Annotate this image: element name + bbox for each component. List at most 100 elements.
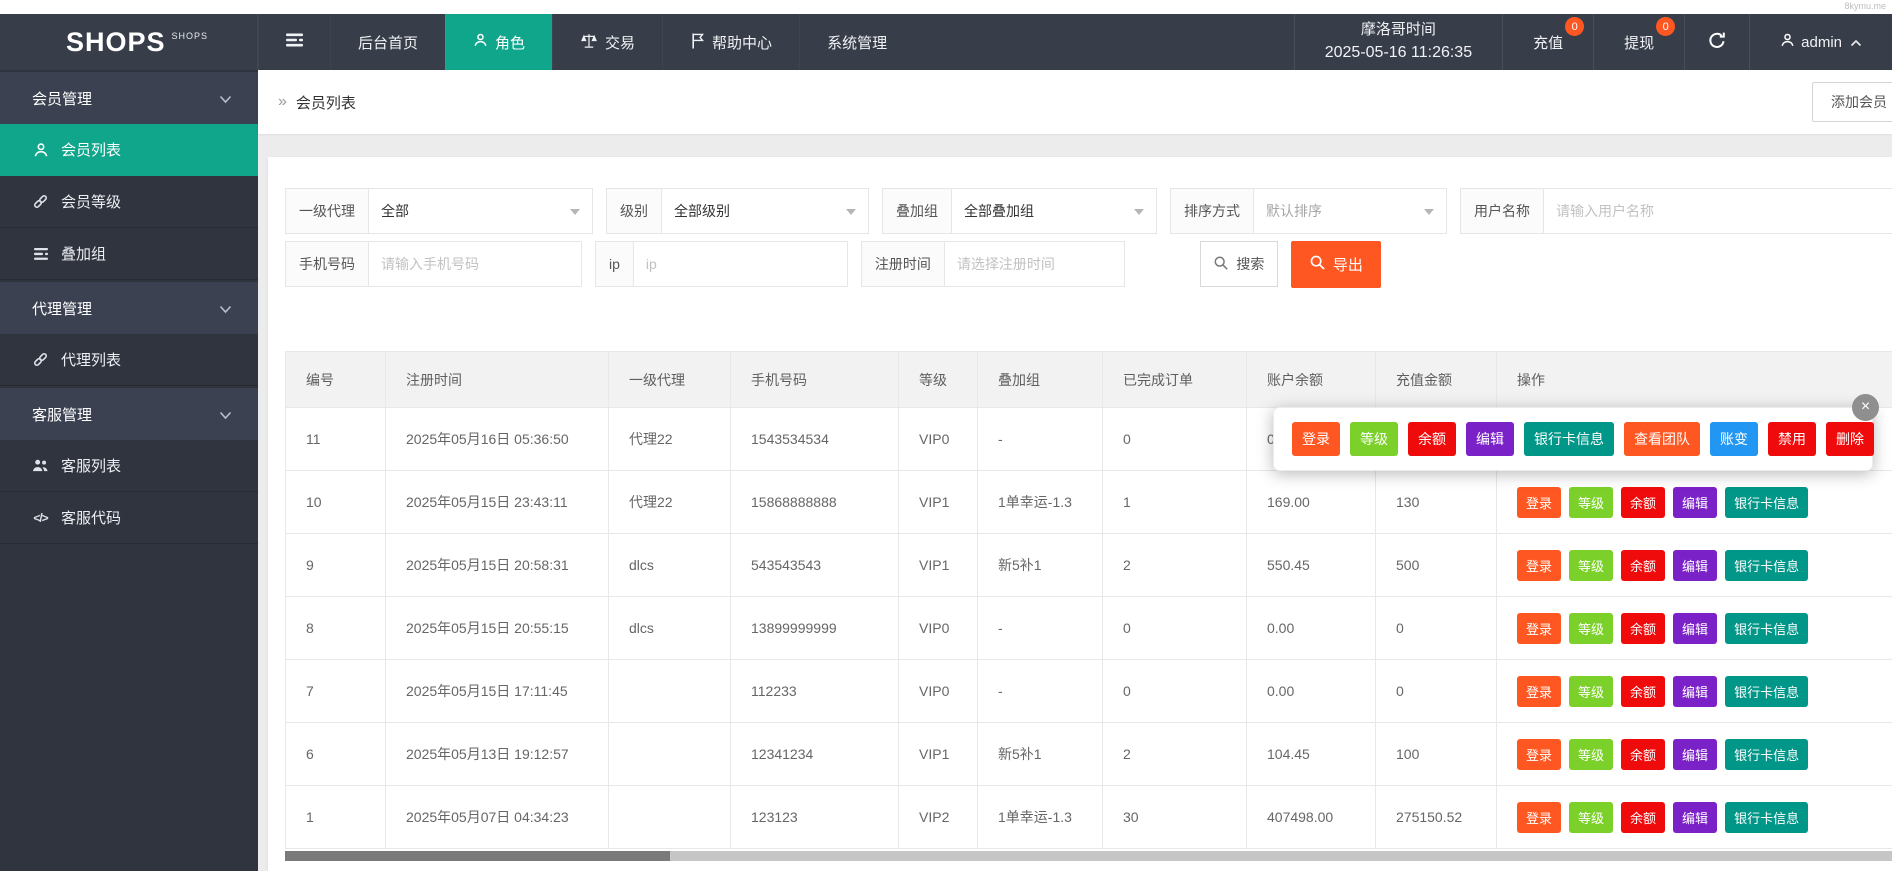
login-button[interactable]: 登录 <box>1517 675 1562 707</box>
edit-button[interactable]: 编辑 <box>1673 738 1718 770</box>
code-icon: </> <box>33 510 48 525</box>
balance-button[interactable]: 余额 <box>1621 801 1666 833</box>
login-button[interactable]: 登录 <box>1517 549 1562 581</box>
search-button[interactable]: 搜索 <box>1199 241 1278 287</box>
login-button[interactable]: 登录 <box>1517 801 1562 833</box>
balance-button[interactable]: 余额 <box>1621 675 1666 707</box>
level-button[interactable]: 等级 <box>1569 675 1614 707</box>
hamburger-icon <box>285 32 304 52</box>
bank-card-button[interactable]: 银行卡信息 <box>1725 612 1809 644</box>
level-button[interactable]: 等级 <box>1569 738 1614 770</box>
balance-button[interactable]: 余额 <box>1408 422 1456 456</box>
edit-button[interactable]: 编辑 <box>1673 675 1718 707</box>
column-header-orders: 已完成订单 <box>1102 351 1247 408</box>
cell-recharge: 500 <box>1375 533 1497 597</box>
column-header-reg-time: 注册时间 <box>385 351 609 408</box>
level-button[interactable]: 等级 <box>1569 612 1614 644</box>
nav-item-help-center[interactable]: 帮助中心 <box>662 14 799 70</box>
cell-phone: 15868888888 <box>730 470 899 534</box>
bank-card-button[interactable]: 银行卡信息 <box>1725 675 1809 707</box>
cell-stack-group: - <box>977 407 1103 471</box>
sidebar-item-agent-list[interactable]: 代理列表 <box>0 334 258 386</box>
sidebar-group-label: 客服管理 <box>32 406 93 424</box>
sidebar-group-service-management[interactable]: 客服管理 <box>0 388 258 440</box>
table-header-row: 编号 注册时间 一级代理 手机号码 等级 叠加组 已完成订单 账户余额 充值金额 操作 <box>285 351 1892 408</box>
nav-item-role[interactable]: 角色 <box>445 14 553 70</box>
nav-item-system-management[interactable]: 系统管理 <box>799 14 914 70</box>
nav-item-dashboard[interactable]: 后台首页 <box>330 14 445 70</box>
select-value: 默认排序 <box>1266 203 1322 219</box>
recharge-menu-item[interactable]: 充值 0 <box>1502 14 1593 70</box>
account-change-button[interactable]: 账变 <box>1710 422 1758 456</box>
stack-group-filter: 叠加组 全部叠加组 <box>882 188 1157 234</box>
sidebar-item-member-list[interactable]: 会员列表 <box>0 124 258 176</box>
sidebar-collapse-button[interactable] <box>258 14 330 70</box>
bank-card-button[interactable]: 银行卡信息 <box>1725 486 1809 518</box>
sidebar-item-service-list[interactable]: 客服列表 <box>0 440 258 492</box>
sort-select[interactable]: 默认排序 <box>1254 188 1447 234</box>
disable-button[interactable]: 禁用 <box>1768 422 1816 456</box>
cell-actions: 登录等级余额编辑银行卡信息 <box>1496 785 1892 849</box>
agent-select[interactable]: 全部 <box>369 188 593 234</box>
cell-orders: 0 <box>1102 659 1247 723</box>
login-button[interactable]: 登录 <box>1292 422 1340 456</box>
bank-card-button[interactable]: 银行卡信息 <box>1524 422 1614 456</box>
edit-button[interactable]: 编辑 <box>1673 549 1718 581</box>
bank-card-button[interactable]: 银行卡信息 <box>1725 801 1809 833</box>
filter-label: 注册时间 <box>860 241 945 287</box>
delete-button[interactable]: 删除 <box>1826 422 1874 456</box>
cell-stack-group: 新5补1 <box>977 722 1103 786</box>
sidebar-group-member-management[interactable]: 会员管理 <box>0 72 258 124</box>
bank-card-button[interactable]: 银行卡信息 <box>1725 549 1809 581</box>
users-icon <box>32 458 49 473</box>
balance-button[interactable]: 余额 <box>1621 486 1666 518</box>
cell-orders: 2 <box>1102 722 1247 786</box>
refresh-button[interactable] <box>1684 14 1749 70</box>
user-menu[interactable]: admin <box>1749 14 1892 70</box>
nav-item-trade[interactable]: 交易 <box>552 14 662 70</box>
level-button[interactable]: 等级 <box>1569 486 1614 518</box>
edit-button[interactable]: 编辑 <box>1673 486 1718 518</box>
reg-time-input[interactable] <box>956 256 1112 272</box>
edit-button[interactable]: 编辑 <box>1673 612 1718 644</box>
edit-button[interactable]: 编辑 <box>1466 422 1514 456</box>
balance-button[interactable]: 余额 <box>1621 738 1666 770</box>
add-member-button[interactable]: 添加会员 <box>1812 82 1892 122</box>
table-row: 8 2025年05月15日 20:55:15 dlcs 13899999999 VIP0… <box>285 596 1892 660</box>
level-button[interactable]: 等级 <box>1350 422 1398 456</box>
app-logo[interactable]: SHOPS SHOPS <box>0 14 258 70</box>
login-button[interactable]: 登录 <box>1517 486 1562 518</box>
breadcrumb: » 会员列表 添加会员 <box>258 70 1892 134</box>
cell-recharge: 0 <box>1375 659 1497 723</box>
edit-button[interactable]: 编辑 <box>1673 801 1718 833</box>
phone-field <box>369 241 582 287</box>
balance-button[interactable]: 余额 <box>1621 612 1666 644</box>
login-button[interactable]: 登录 <box>1517 612 1562 644</box>
cell-balance: 0.00 <box>1246 659 1376 723</box>
view-team-button[interactable]: 查看团队 <box>1624 422 1700 456</box>
list-icon <box>32 247 49 261</box>
stack-group-select[interactable]: 全部叠加组 <box>952 188 1157 234</box>
sidebar-group-agent-management[interactable]: 代理管理 <box>0 282 258 334</box>
level-button[interactable]: 等级 <box>1569 549 1614 581</box>
login-button[interactable]: 登录 <box>1517 738 1562 770</box>
balance-button[interactable]: 余额 <box>1621 549 1666 581</box>
cell-level: VIP0 <box>898 596 978 660</box>
username-input[interactable] <box>1556 203 1880 219</box>
sidebar-item-service-code[interactable]: </> 客服代码 <box>0 492 258 544</box>
sidebar-item-stack-group[interactable]: 叠加组 <box>0 228 258 280</box>
level-select[interactable]: 全部级别 <box>662 188 869 234</box>
bank-card-button[interactable]: 银行卡信息 <box>1725 738 1809 770</box>
sidebar-item-label: 叠加组 <box>61 246 107 263</box>
export-button[interactable]: 导出 <box>1290 241 1381 288</box>
phone-input[interactable] <box>381 256 569 272</box>
level-button[interactable]: 等级 <box>1569 801 1614 833</box>
scrollbar-thumb[interactable] <box>285 851 670 861</box>
sidebar-item-label: 代理列表 <box>61 352 122 369</box>
sidebar-item-member-level[interactable]: 会员等级 <box>0 176 258 228</box>
withdraw-menu-item[interactable]: 提现 0 <box>1593 14 1684 70</box>
filter-label: ip <box>595 241 634 287</box>
close-icon[interactable]: × <box>1852 394 1879 421</box>
refresh-icon <box>1707 30 1727 54</box>
ip-input[interactable] <box>645 256 835 272</box>
